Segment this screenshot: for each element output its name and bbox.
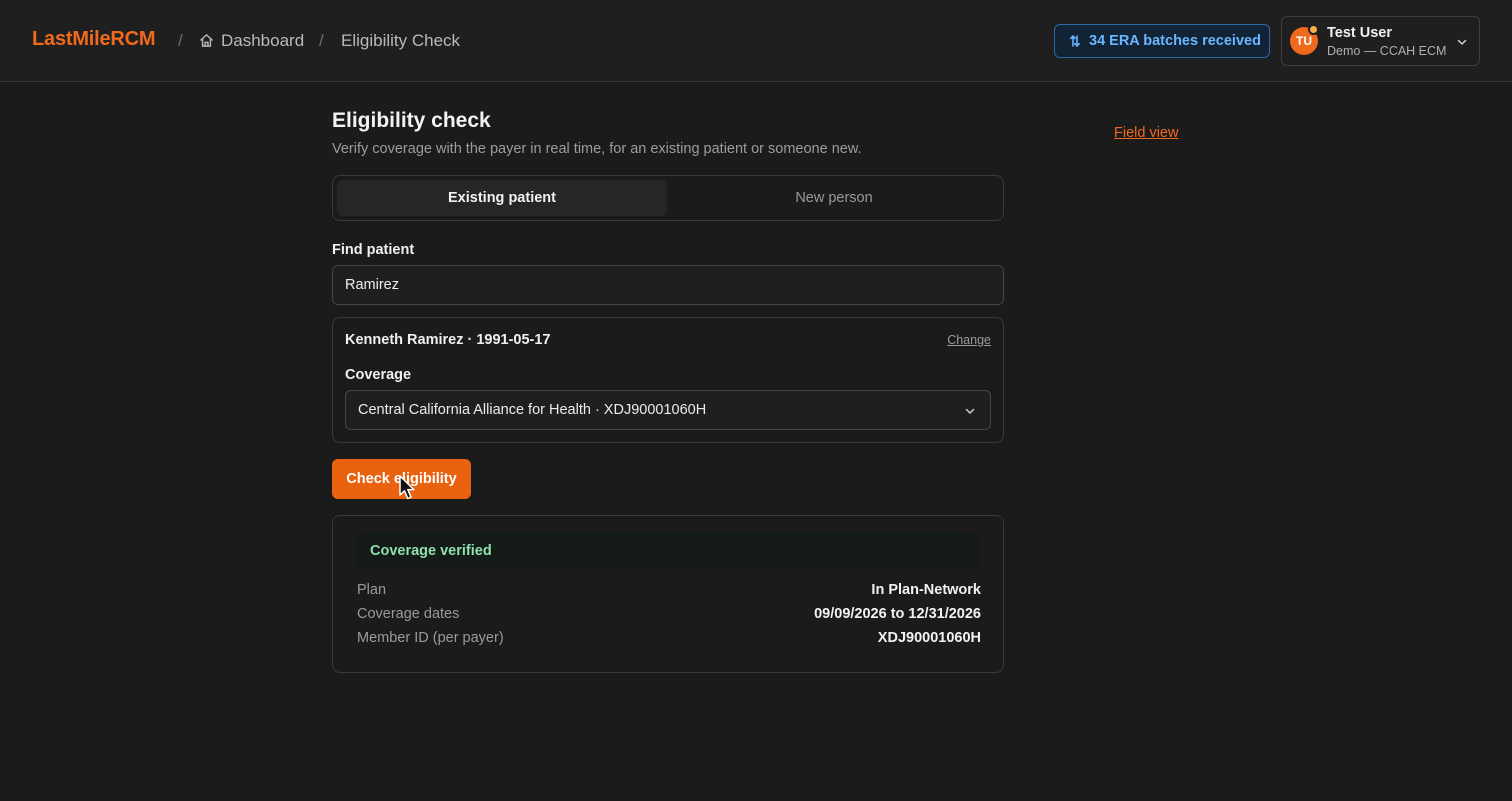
page-subtitle: Verify coverage with the payer in real t… bbox=[332, 141, 862, 157]
chevron-down-icon bbox=[965, 408, 975, 414]
patient-mode-tabs: Existing patient New person bbox=[332, 175, 1004, 221]
brand-logo[interactable]: LastMileRCM bbox=[32, 28, 156, 51]
field-view-link[interactable]: Field view bbox=[1114, 125, 1178, 141]
breadcrumb-current: Eligibility Check bbox=[341, 31, 461, 50]
result-row-coverage-dates: Coverage dates 09/09/2026 to 12/31/2026 bbox=[357, 606, 981, 626]
breadcrumb-dashboard[interactable]: Dashboard bbox=[221, 31, 304, 51]
user-name: Test User bbox=[1327, 25, 1393, 41]
notification-dot bbox=[1308, 24, 1319, 35]
coverage-label: Coverage bbox=[345, 367, 412, 383]
era-batches-badge[interactable]: 34 ERA batches received bbox=[1054, 24, 1270, 58]
user-menu[interactable]: TU Test User Demo — CCAH ECM bbox=[1281, 16, 1480, 66]
result-row-plan: Plan In Plan-Network bbox=[357, 582, 981, 602]
coverage-select[interactable]: Central California Alliance for Health ·… bbox=[345, 390, 991, 430]
change-patient-link[interactable]: Change bbox=[947, 333, 991, 347]
selected-patient-card: Kenneth Ramirez · 1991-05-17 Change Cove… bbox=[332, 317, 1004, 443]
result-value: 09/09/2026 to 12/31/2026 bbox=[814, 606, 981, 622]
tab-existing-patient[interactable]: Existing patient bbox=[337, 180, 667, 216]
result-key: Coverage dates bbox=[357, 606, 460, 622]
era-badge-label: 34 ERA batches received bbox=[1089, 33, 1261, 49]
result-value: XDJ90001060H bbox=[877, 630, 981, 646]
status-badge: Coverage verified bbox=[357, 533, 981, 568]
home-icon[interactable] bbox=[199, 33, 214, 48]
find-patient-label: Find patient bbox=[332, 242, 415, 258]
find-patient-input[interactable] bbox=[332, 265, 1004, 305]
tab-new-person[interactable]: New person bbox=[669, 180, 999, 216]
eligibility-result-card: Coverage verified Plan In Plan-Network C… bbox=[332, 515, 1004, 673]
top-bar: LastMileRCM / Dashboard / Eligibility Ch… bbox=[0, 0, 1512, 82]
coverage-selected-value: Central California Alliance for Health ·… bbox=[358, 402, 707, 418]
result-value: In Plan-Network bbox=[871, 582, 981, 598]
result-key: Plan bbox=[357, 582, 387, 598]
sync-arrows-icon bbox=[1070, 35, 1080, 47]
page-title: Eligibility check bbox=[332, 109, 491, 132]
result-key: Member ID (per payer) bbox=[357, 630, 504, 646]
result-row-member-id: Member ID (per payer) XDJ90001060H bbox=[357, 630, 981, 650]
mouse-cursor-icon bbox=[399, 475, 415, 500]
patient-summary: Kenneth Ramirez · 1991-05-17 bbox=[345, 332, 551, 348]
breadcrumb-separator: / bbox=[178, 31, 183, 50]
chevron-down-icon bbox=[1457, 39, 1467, 45]
user-org: Demo — CCAH ECM bbox=[1327, 44, 1447, 58]
breadcrumb-separator: / bbox=[319, 31, 324, 50]
